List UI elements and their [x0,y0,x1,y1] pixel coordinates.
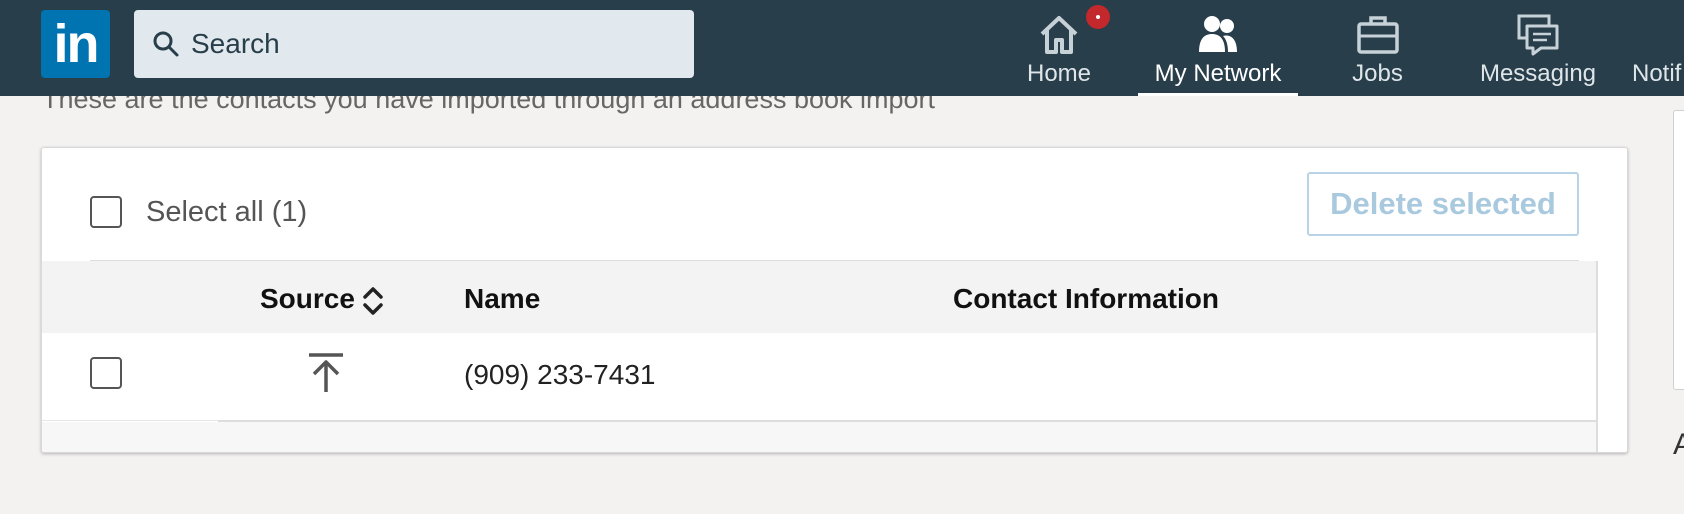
right-side-text: A [1673,428,1684,461]
imported-contacts-card: Select all (1) Delete selected Source Na… [41,147,1628,453]
table-header: Source Name Contact Information [42,261,1596,333]
column-header-name: Name [464,283,541,314]
table-scroll-edge [1596,261,1598,452]
search-placeholder: Search [191,28,280,59]
nav-label-home: Home [1026,60,1092,87]
right-side-panel [1673,110,1684,390]
select-all-checkbox[interactable] [90,196,122,228]
top-navigation-bar: in Search Home My Network Jobs Messaging… [0,0,1684,96]
column-header-contact-information: Contact Information [953,283,1219,314]
delete-selected-button[interactable]: Delete selected [1307,172,1579,236]
home-icon [1040,16,1078,54]
nav-item-home[interactable]: Home [1022,0,1112,96]
column-header-source[interactable]: Source [260,261,355,337]
nav-label-notifications: Notif [1632,60,1682,87]
search-box[interactable]: Search [134,10,694,78]
sort-icon[interactable] [361,284,385,318]
nav-item-my-network[interactable]: My Network [1138,0,1298,96]
linkedin-logo[interactable]: in [41,10,110,78]
select-all-label: Select all (1) [146,196,308,228]
active-tab-indicator [1138,93,1298,96]
contact-name: (909) 233-7431 [464,359,656,390]
network-icon [1199,16,1237,52]
divider [42,420,218,421]
messaging-icon [1517,14,1559,56]
nav-label-messaging: Messaging [1479,60,1597,87]
nav-label-my-network: My Network [1154,60,1282,87]
row-checkbox[interactable] [90,357,122,389]
nav-item-messaging[interactable]: Messaging [1478,0,1598,96]
table-footer [42,422,1596,452]
search-icon [153,31,179,57]
nav-label-jobs: Jobs [1352,60,1403,87]
nav-item-notifications[interactable]: Notif [1630,0,1684,96]
table-row [42,333,1596,420]
nav-item-jobs[interactable]: Jobs [1340,0,1415,96]
upload-icon [309,353,343,392]
briefcase-icon [1356,16,1399,54]
notification-badge [1084,3,1112,31]
